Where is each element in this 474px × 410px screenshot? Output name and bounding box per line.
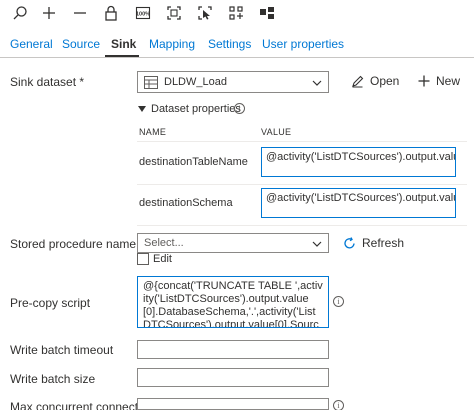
table-header-divider bbox=[137, 141, 467, 142]
sink-dataset-select[interactable]: DLDW_Load bbox=[137, 71, 329, 93]
sink-dataset-label: Sink dataset * bbox=[10, 75, 85, 89]
table-row-divider bbox=[137, 225, 467, 226]
write-batch-size-input[interactable] bbox=[137, 368, 329, 387]
stored-procedure-placeholder: Select... bbox=[144, 237, 184, 249]
lock-icon[interactable] bbox=[101, 3, 121, 23]
refresh-button[interactable]: Refresh bbox=[343, 236, 404, 250]
open-dataset-button[interactable]: Open bbox=[351, 74, 399, 88]
refresh-icon bbox=[344, 236, 355, 248]
canvas-toolbar: 100% bbox=[0, 0, 474, 28]
chevron-down-icon bbox=[312, 241, 322, 247]
edit-checkbox-label: Edit bbox=[153, 253, 172, 265]
info-icon[interactable]: i bbox=[333, 296, 344, 307]
open-dataset-label: Open bbox=[370, 74, 400, 88]
new-dataset-label: New bbox=[436, 74, 461, 88]
info-icon[interactable]: i bbox=[333, 400, 344, 410]
tab-bar: General Source Sink Mapping Settings Use… bbox=[0, 30, 474, 58]
fit-screen-icon[interactable] bbox=[164, 3, 184, 23]
destination-table-name-input[interactable]: @activity('ListDTCSources').output.value… bbox=[261, 147, 456, 177]
fit-100-label: 100% bbox=[136, 12, 150, 18]
search-icon[interactable] bbox=[10, 3, 30, 23]
table-row-name: destinationTableName bbox=[139, 156, 248, 168]
tab-mapping[interactable]: Mapping bbox=[149, 37, 195, 51]
table-row-divider bbox=[137, 184, 467, 185]
sink-dataset-value: DLDW_Load bbox=[164, 76, 227, 88]
tab-user-properties[interactable]: User properties bbox=[262, 37, 344, 51]
add-icon bbox=[418, 75, 430, 87]
select-icon[interactable] bbox=[195, 3, 215, 23]
tab-sink[interactable]: Sink bbox=[111, 37, 136, 51]
stored-procedure-label: Stored procedure name bbox=[10, 237, 137, 251]
tab-general[interactable]: General bbox=[10, 37, 53, 51]
stored-procedure-select[interactable]: Select... bbox=[137, 233, 329, 253]
minus-icon[interactable] bbox=[70, 3, 90, 23]
table-row-name: destinationSchema bbox=[139, 197, 233, 209]
dataset-properties-toggle[interactable]: Dataset properties bbox=[138, 103, 241, 115]
active-tab-indicator bbox=[105, 55, 139, 57]
auto-align-icon[interactable] bbox=[226, 3, 246, 23]
tab-settings[interactable]: Settings bbox=[208, 37, 251, 51]
edit-checkbox[interactable] bbox=[137, 253, 149, 265]
column-header-name: NAME bbox=[139, 127, 167, 137]
dataset-properties-header: Dataset properties bbox=[151, 103, 241, 115]
destination-schema-input[interactable]: @activity('ListDTCSources').output.value… bbox=[261, 188, 456, 218]
write-batch-timeout-label: Write batch timeout bbox=[10, 343, 114, 357]
write-batch-size-label: Write batch size bbox=[10, 372, 96, 386]
fit-100-icon[interactable]: 100% bbox=[133, 3, 153, 23]
chevron-down-icon bbox=[312, 80, 322, 86]
write-batch-timeout-input[interactable] bbox=[137, 340, 329, 359]
edit-pencil-icon bbox=[352, 75, 364, 87]
tab-source[interactable]: Source bbox=[62, 37, 100, 51]
add-icon[interactable] bbox=[39, 3, 59, 23]
pre-copy-script-label: Pre-copy script bbox=[10, 296, 91, 310]
info-icon[interactable]: i bbox=[234, 103, 245, 114]
column-header-value: VALUE bbox=[261, 127, 292, 137]
dataset-table-icon bbox=[144, 76, 158, 89]
new-dataset-button[interactable]: New bbox=[418, 74, 460, 88]
max-concurrent-connections-input[interactable] bbox=[137, 398, 329, 410]
pre-copy-script-input[interactable]: @{concat('TRUNCATE TABLE ',activity('Lis… bbox=[137, 276, 329, 328]
refresh-label: Refresh bbox=[362, 236, 405, 250]
layout-icon[interactable] bbox=[257, 3, 277, 23]
collapse-caret-icon bbox=[138, 106, 146, 112]
